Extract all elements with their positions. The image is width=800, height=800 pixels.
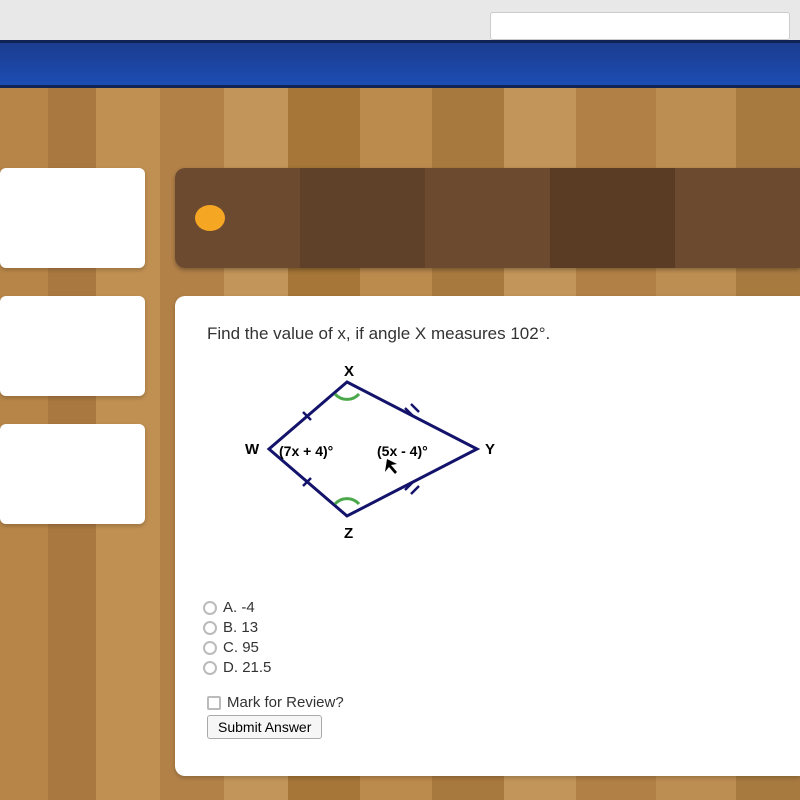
- address-bar[interactable]: [490, 12, 790, 40]
- option-c-label: C. 95: [223, 639, 259, 656]
- radio-icon: [203, 621, 217, 635]
- mark-for-review[interactable]: Mark for Review?: [207, 694, 768, 711]
- question-card: Find the value of x, if angle X measures…: [175, 296, 800, 776]
- vertex-y-label: Y: [485, 441, 495, 458]
- option-d[interactable]: D. 21.5: [203, 659, 768, 676]
- left-panel: [0, 168, 145, 552]
- radio-icon: [203, 641, 217, 655]
- option-c[interactable]: C. 95: [203, 639, 768, 656]
- answer-options: A. -4 B. 13 C. 95 D. 21.5: [203, 599, 768, 676]
- option-d-label: D. 21.5: [223, 659, 271, 676]
- vertex-x-label: X: [344, 364, 354, 380]
- mark-label: Mark for Review?: [227, 694, 344, 711]
- radio-icon: [203, 601, 217, 615]
- toolbar-panel: [175, 168, 800, 268]
- checkbox-icon: [207, 696, 221, 710]
- angle-w-expression: (7x + 4)°: [279, 443, 333, 459]
- workspace: Find the value of x, if angle X measures…: [0, 88, 800, 800]
- angle-y-expression: (5x - 4)°: [377, 443, 428, 459]
- option-b[interactable]: B. 13: [203, 619, 768, 636]
- option-b-label: B. 13: [223, 619, 258, 636]
- left-slot-1[interactable]: [0, 168, 145, 268]
- radio-icon: [203, 661, 217, 675]
- chat-icon[interactable]: [195, 205, 225, 231]
- option-a-label: A. -4: [223, 599, 255, 616]
- option-a[interactable]: A. -4: [203, 599, 768, 616]
- left-slot-2[interactable]: [0, 296, 145, 396]
- browser-chrome: [0, 0, 800, 40]
- vertex-w-label: W: [245, 441, 260, 458]
- submit-button[interactable]: Submit Answer: [207, 715, 322, 739]
- header-bar: [0, 40, 800, 88]
- kite-diagram: X W Y Z (7x + 4)° (5x - 4)°: [237, 364, 768, 559]
- left-slot-3[interactable]: [0, 424, 145, 524]
- vertex-z-label: Z: [344, 525, 353, 542]
- question-prompt: Find the value of x, if angle X measures…: [207, 324, 768, 344]
